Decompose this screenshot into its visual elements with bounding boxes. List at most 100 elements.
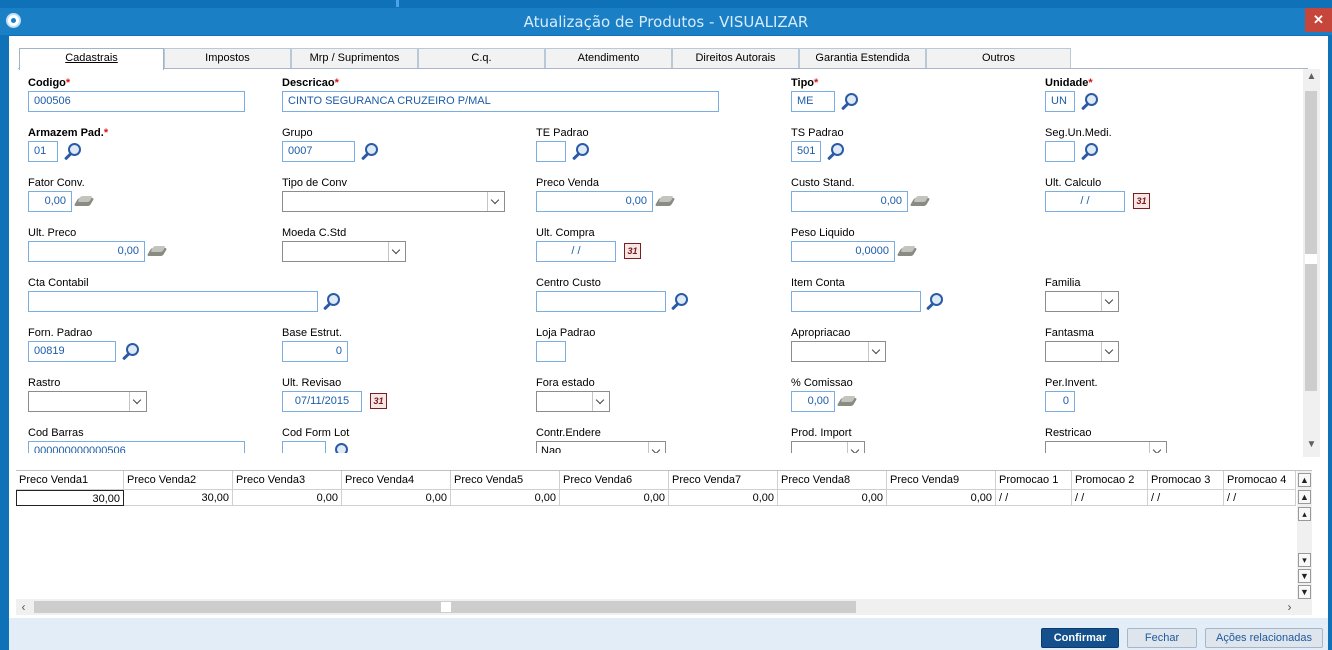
chevron-down-icon[interactable] [129,392,146,411]
calculator-icon[interactable] [839,396,857,408]
cod-barras-input[interactable]: 000000000000506 [28,441,245,453]
scroll-right-icon[interactable]: › [1282,599,1297,615]
record-down-icon[interactable]: ▾ [1298,553,1311,567]
page-up-icon[interactable]: ▲ [1298,490,1311,504]
unidade-input[interactable]: UN [1045,91,1075,112]
apropriacao-select[interactable] [791,341,886,362]
rastro-select[interactable] [28,391,147,412]
chevron-down-icon[interactable] [1101,342,1118,361]
close-icon[interactable]: ✕ [1305,8,1332,32]
fantasma-select[interactable] [1045,341,1119,362]
chevron-down-icon[interactable] [487,192,504,211]
tab-direitos-autorais[interactable]: Direitos Autorais [672,48,799,68]
grid-header-cell[interactable]: Preco Venda9 [887,471,996,489]
grid-cell[interactable]: 0,00 [778,490,887,506]
form-vertical-scrollbar[interactable]: ▲ ▼ [1303,69,1320,457]
preco-venda-input[interactable]: 0,00 [536,191,653,212]
per-invent-input[interactable]: 0 [1045,391,1075,412]
familia-select[interactable] [1045,291,1119,312]
tab-atendimento[interactable]: Atendimento [545,48,672,68]
cta-contabil-input[interactable] [28,291,318,312]
armazem-input[interactable]: 01 [28,141,58,162]
grid-cell[interactable]: 30,00 [124,490,233,506]
search-icon[interactable] [321,292,341,312]
fora-estado-select[interactable] [536,391,610,412]
centro-custo-input[interactable] [536,291,666,312]
search-icon[interactable] [825,142,845,162]
grid-header-cell[interactable]: Preco Venda8 [778,471,887,489]
search-icon[interactable] [329,442,349,453]
grid-cell[interactable]: 0,00 [669,490,778,506]
last-record-icon[interactable]: ▼ [1298,585,1311,599]
ult-compra-input[interactable]: / / [536,241,616,262]
fator-conv-input[interactable]: 0,00 [28,191,72,212]
search-icon[interactable] [570,142,590,162]
loja-padrao-input[interactable] [536,341,566,362]
table-row[interactable]: 30,00 30,00 0,00 0,00 0,00 0,00 0,00 0,0… [16,489,1296,506]
grid-header-cell[interactable]: Preco Venda4 [342,471,451,489]
grid-cell[interactable]: / / [1224,490,1296,506]
search-icon[interactable] [1079,92,1099,112]
grid-cell[interactable]: / / [1148,490,1224,506]
restricao-select[interactable] [1045,441,1167,453]
grid-cell[interactable]: 30,00 [16,490,124,506]
first-record-icon[interactable]: ▲ [1298,473,1311,487]
search-icon[interactable] [1079,142,1099,162]
calendar-icon[interactable]: 31 [624,243,641,259]
chevron-down-icon[interactable] [648,442,665,453]
ult-preco-input[interactable]: 0,00 [28,241,145,262]
calculator-icon[interactable] [899,246,917,258]
grid-header-cell[interactable]: Preco Venda1 [16,471,124,489]
calendar-icon[interactable]: 31 [1133,193,1150,209]
tipo-conv-select[interactable] [282,191,505,212]
grid-cell[interactable]: 0,00 [887,490,996,506]
scroll-up-icon[interactable]: ▲ [1303,71,1320,87]
search-icon[interactable] [120,342,140,362]
tab-impostos[interactable]: Impostos [164,48,291,68]
comissao-input[interactable]: 0,00 [791,391,835,412]
grid-cell[interactable]: 0,00 [342,490,451,506]
tab-cq[interactable]: C.q. [418,48,545,68]
grid-cell[interactable]: / / [1072,490,1148,506]
confirm-button[interactable]: Confirmar [1041,628,1119,648]
search-icon[interactable] [924,292,944,312]
chevron-down-icon[interactable] [847,442,864,453]
tipo-input[interactable]: ME [791,91,835,112]
codigo-input[interactable]: 000506 [28,91,245,112]
calculator-icon[interactable] [76,196,94,208]
chevron-down-icon[interactable] [868,342,885,361]
grid-header-cell[interactable]: Promocao 4 [1224,471,1296,489]
ult-calculo-input[interactable]: / / [1045,191,1125,212]
grid-header-cell[interactable]: Promocao 1 [996,471,1072,489]
search-icon[interactable] [839,92,859,112]
te-padrao-input[interactable] [536,141,566,162]
scroll-down-icon[interactable]: ▼ [1303,439,1320,455]
peso-liquido-input[interactable]: 0,0000 [791,241,895,262]
chevron-down-icon[interactable] [388,242,405,261]
close-button[interactable]: Fechar [1127,628,1197,648]
ts-padrao-input[interactable]: 501 [791,141,821,162]
grid-header-cell[interactable]: Preco Venda6 [560,471,669,489]
tab-garantia-estendida[interactable]: Garantia Estendida [799,48,926,68]
calculator-icon[interactable] [149,246,167,258]
record-up-icon[interactable]: ▴ [1298,507,1311,521]
search-icon[interactable] [669,292,689,312]
page-down-icon[interactable]: ▼ [1298,569,1311,583]
scroll-left-icon[interactable]: ‹ [16,599,31,615]
grid-cell[interactable]: 0,00 [451,490,560,506]
grid-header-cell[interactable]: Promocao 3 [1148,471,1224,489]
grupo-input[interactable]: 0007 [282,141,355,162]
item-conta-input[interactable] [791,291,921,312]
contr-endere-select[interactable]: Nao [536,441,666,453]
grid-header-cell[interactable]: Preco Venda7 [669,471,778,489]
grid-header-cell[interactable]: Preco Venda5 [451,471,560,489]
base-estrut-input[interactable]: 0 [282,341,348,362]
custo-stand-input[interactable]: 0,00 [791,191,908,212]
grid-horizontal-scrollbar[interactable]: ‹ › [16,599,1297,615]
search-icon[interactable] [359,142,379,162]
prod-import-select[interactable] [791,441,865,453]
calculator-icon[interactable] [657,196,675,208]
grid-cell[interactable]: 0,00 [233,490,342,506]
search-icon[interactable] [62,142,82,162]
ult-revisao-input[interactable]: 07/11/2015 [282,391,362,412]
